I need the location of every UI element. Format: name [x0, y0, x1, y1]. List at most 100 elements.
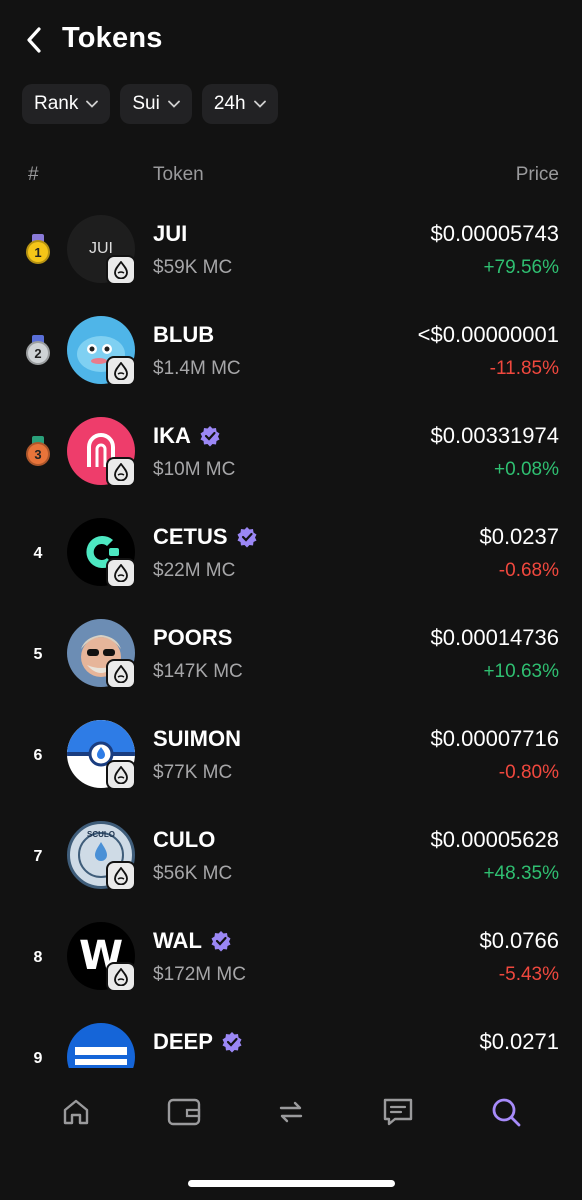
price-change: -0.80%: [498, 762, 559, 783]
rank-medal: 2: [24, 334, 52, 370]
market-cap: $1.4M MC: [153, 358, 241, 379]
token-row-jui[interactable]: 1 JUI JUI $59K MC $0.00005743 +79.56%: [0, 205, 582, 306]
token-list: 1 JUI JUI $59K MC $0.00005743 +79.56% 2 …: [0, 205, 582, 1068]
token-name-text: JUI: [153, 221, 188, 246]
page-title: Tokens: [62, 22, 163, 54]
back-button[interactable]: [18, 22, 50, 58]
sui-chain-icon: [106, 356, 136, 386]
sui-chain-icon: [106, 255, 136, 285]
token-price: $0.00014736: [430, 625, 559, 650]
rank-number: 2: [26, 341, 50, 365]
chain-filter-label: Sui: [132, 93, 160, 114]
rank-number: 6: [33, 747, 43, 764]
rank-medal: 3: [24, 435, 52, 471]
sui-chain-icon: [106, 861, 136, 891]
chat-icon: [383, 1098, 413, 1126]
market-cap: $147K MC: [153, 661, 243, 682]
sui-chain-icon: [106, 760, 136, 790]
rank-number: 1: [26, 240, 50, 264]
token-name: SUIMON: [153, 726, 241, 752]
chevron-down-icon: [253, 100, 266, 108]
column-headers: # Token Price: [0, 164, 582, 192]
chevron-down-icon: [167, 100, 180, 108]
price-column-header: Price: [515, 164, 559, 185]
rank-medal: 1: [24, 233, 52, 269]
token-avatar: [67, 1023, 135, 1068]
verified-badge-icon: [211, 931, 231, 952]
token-row-culo[interactable]: 7 SCULO CULO $56K MC $0.00005628 +48.35%: [0, 811, 582, 912]
rank-number: 7: [33, 848, 43, 865]
swap-icon: [279, 1101, 303, 1123]
timeframe-filter[interactable]: 24h: [201, 84, 278, 124]
token-name-text: DEEP: [153, 1029, 213, 1054]
token-price: <$0.00000001: [417, 322, 559, 347]
token-price: $0.0237: [479, 524, 559, 549]
token-price: $0.0271: [479, 1029, 559, 1054]
timeframe-filter-label: 24h: [213, 93, 246, 114]
nav-swap[interactable]: [269, 1090, 313, 1134]
token-name-text: CETUS: [153, 524, 228, 549]
token-name: JUI: [153, 221, 187, 247]
header: Tokens: [0, 0, 582, 80]
token-name: DEEP: [153, 1029, 243, 1055]
home-indicator[interactable]: [188, 1180, 395, 1187]
market-cap: $77K MC: [153, 762, 233, 783]
token-name: CETUS: [153, 524, 258, 550]
token-name-text: CULO: [153, 827, 216, 852]
market-cap: $172M MC: [153, 964, 246, 985]
token-price: $0.00005743: [430, 221, 559, 246]
rank-number: 5: [33, 646, 43, 663]
token-row-cetus[interactable]: 4 CETUS $22M MC $0.0237 -0.68%: [0, 508, 582, 609]
market-cap: $59K MC: [153, 257, 233, 278]
token-row-ika[interactable]: 3 IKA $10M MC $0.00331974 +0.08%: [0, 407, 582, 508]
token-column-header: Token: [153, 164, 204, 185]
rank-number: 4: [33, 545, 43, 562]
market-cap: $22M MC: [153, 560, 236, 581]
token-name: CULO: [153, 827, 215, 853]
price-change: -11.85%: [489, 358, 559, 379]
token-price: $0.0766: [479, 928, 559, 953]
token-row-poors[interactable]: 5 POORS $147K MC $0.00014736 +10.63%: [0, 609, 582, 710]
token-name-text: POORS: [153, 625, 233, 650]
token-name-text: WAL: [153, 928, 202, 953]
chevron-left-icon: [27, 27, 41, 53]
token-name-text: SUIMON: [153, 726, 241, 751]
token-row-wal[interactable]: 8 W WAL $172M MC $0.0766 -5.43%: [0, 912, 582, 1013]
token-row-blub[interactable]: 2 BLUB $1.4M MC <$0.00000001 -11.85%: [0, 306, 582, 407]
price-change: -5.43%: [498, 964, 559, 985]
token-name: BLUB: [153, 322, 214, 348]
market-cap: $10M MC: [153, 459, 236, 480]
price-change: +79.56%: [483, 257, 559, 278]
rank-filter[interactable]: Rank: [22, 84, 111, 124]
rank-column-header: #: [28, 164, 39, 185]
verified-badge-icon: [237, 527, 257, 548]
market-cap: $56K MC: [153, 863, 233, 884]
chain-filter[interactable]: Sui: [120, 84, 192, 124]
sui-chain-icon: [106, 457, 136, 487]
sui-chain-icon: [106, 558, 136, 588]
token-row-suimon[interactable]: 6 SUIMON $77K MC $0.00007716 -0.80%: [0, 710, 582, 811]
rank-number: 8: [33, 949, 43, 966]
sui-chain-icon: [106, 962, 136, 992]
token-price: $0.00005628: [430, 827, 559, 852]
verified-badge-icon: [200, 426, 220, 447]
rank-filter-label: Rank: [34, 93, 79, 114]
wallet-icon: [167, 1098, 201, 1126]
token-name: IKA: [153, 423, 221, 449]
verified-badge-icon: [222, 1032, 242, 1053]
token-name: WAL: [153, 928, 232, 954]
token-name-text: BLUB: [153, 322, 215, 347]
price-change: -0.68%: [498, 560, 559, 581]
nav-search[interactable]: [484, 1090, 528, 1134]
price-change: +10.63%: [483, 661, 559, 682]
nav-wallet[interactable]: [162, 1090, 206, 1134]
rank-number: 3: [26, 442, 50, 466]
token-row-deep[interactable]: 9 DEEP $0.0271: [0, 1013, 582, 1068]
token-price: $0.00331974: [430, 423, 559, 448]
rank-number: 9: [33, 1050, 43, 1067]
nav-messages[interactable]: [376, 1090, 420, 1134]
token-name: POORS: [153, 625, 232, 651]
nav-home[interactable]: [54, 1090, 98, 1134]
price-change: +48.35%: [483, 863, 559, 884]
avatar-text: SCULO: [87, 830, 115, 839]
